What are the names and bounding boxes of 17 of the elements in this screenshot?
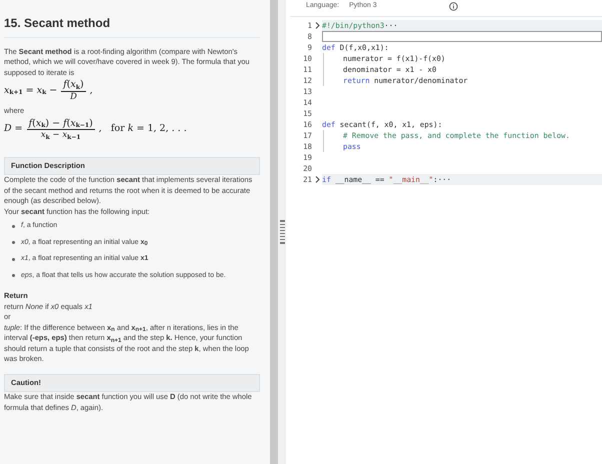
formula-denominator: D [70, 92, 77, 102]
formula-lhs: D = [4, 124, 23, 135]
resize-handle[interactable] [280, 220, 284, 244]
bullet-icon [12, 224, 15, 228]
bullet-icon [12, 274, 15, 278]
bullet-icon [12, 258, 15, 261]
formula-tail: , for k = 1, 2, . . . [98, 124, 187, 135]
bullet-icon [12, 241, 15, 244]
chevron-right-icon[interactable] [314, 176, 320, 183]
formula-numerator: f(x$_{k}$) [62, 80, 85, 90]
chevron-right-icon[interactable] [314, 22, 320, 29]
formula-numerator: f(x$_{k}$) − f(x$_{k−1}$) [27, 118, 94, 129]
problem-title: 15. Secant method [4, 18, 260, 38]
formula-lhs: x$_{k+1}$ = x$_{k}$ − [4, 86, 58, 96]
formula-denominator: x$_{k}$ − x$_{k−1}$ [40, 130, 81, 140]
info-icon[interactable] [448, 2, 458, 10]
formula-tail: , [90, 86, 93, 96]
